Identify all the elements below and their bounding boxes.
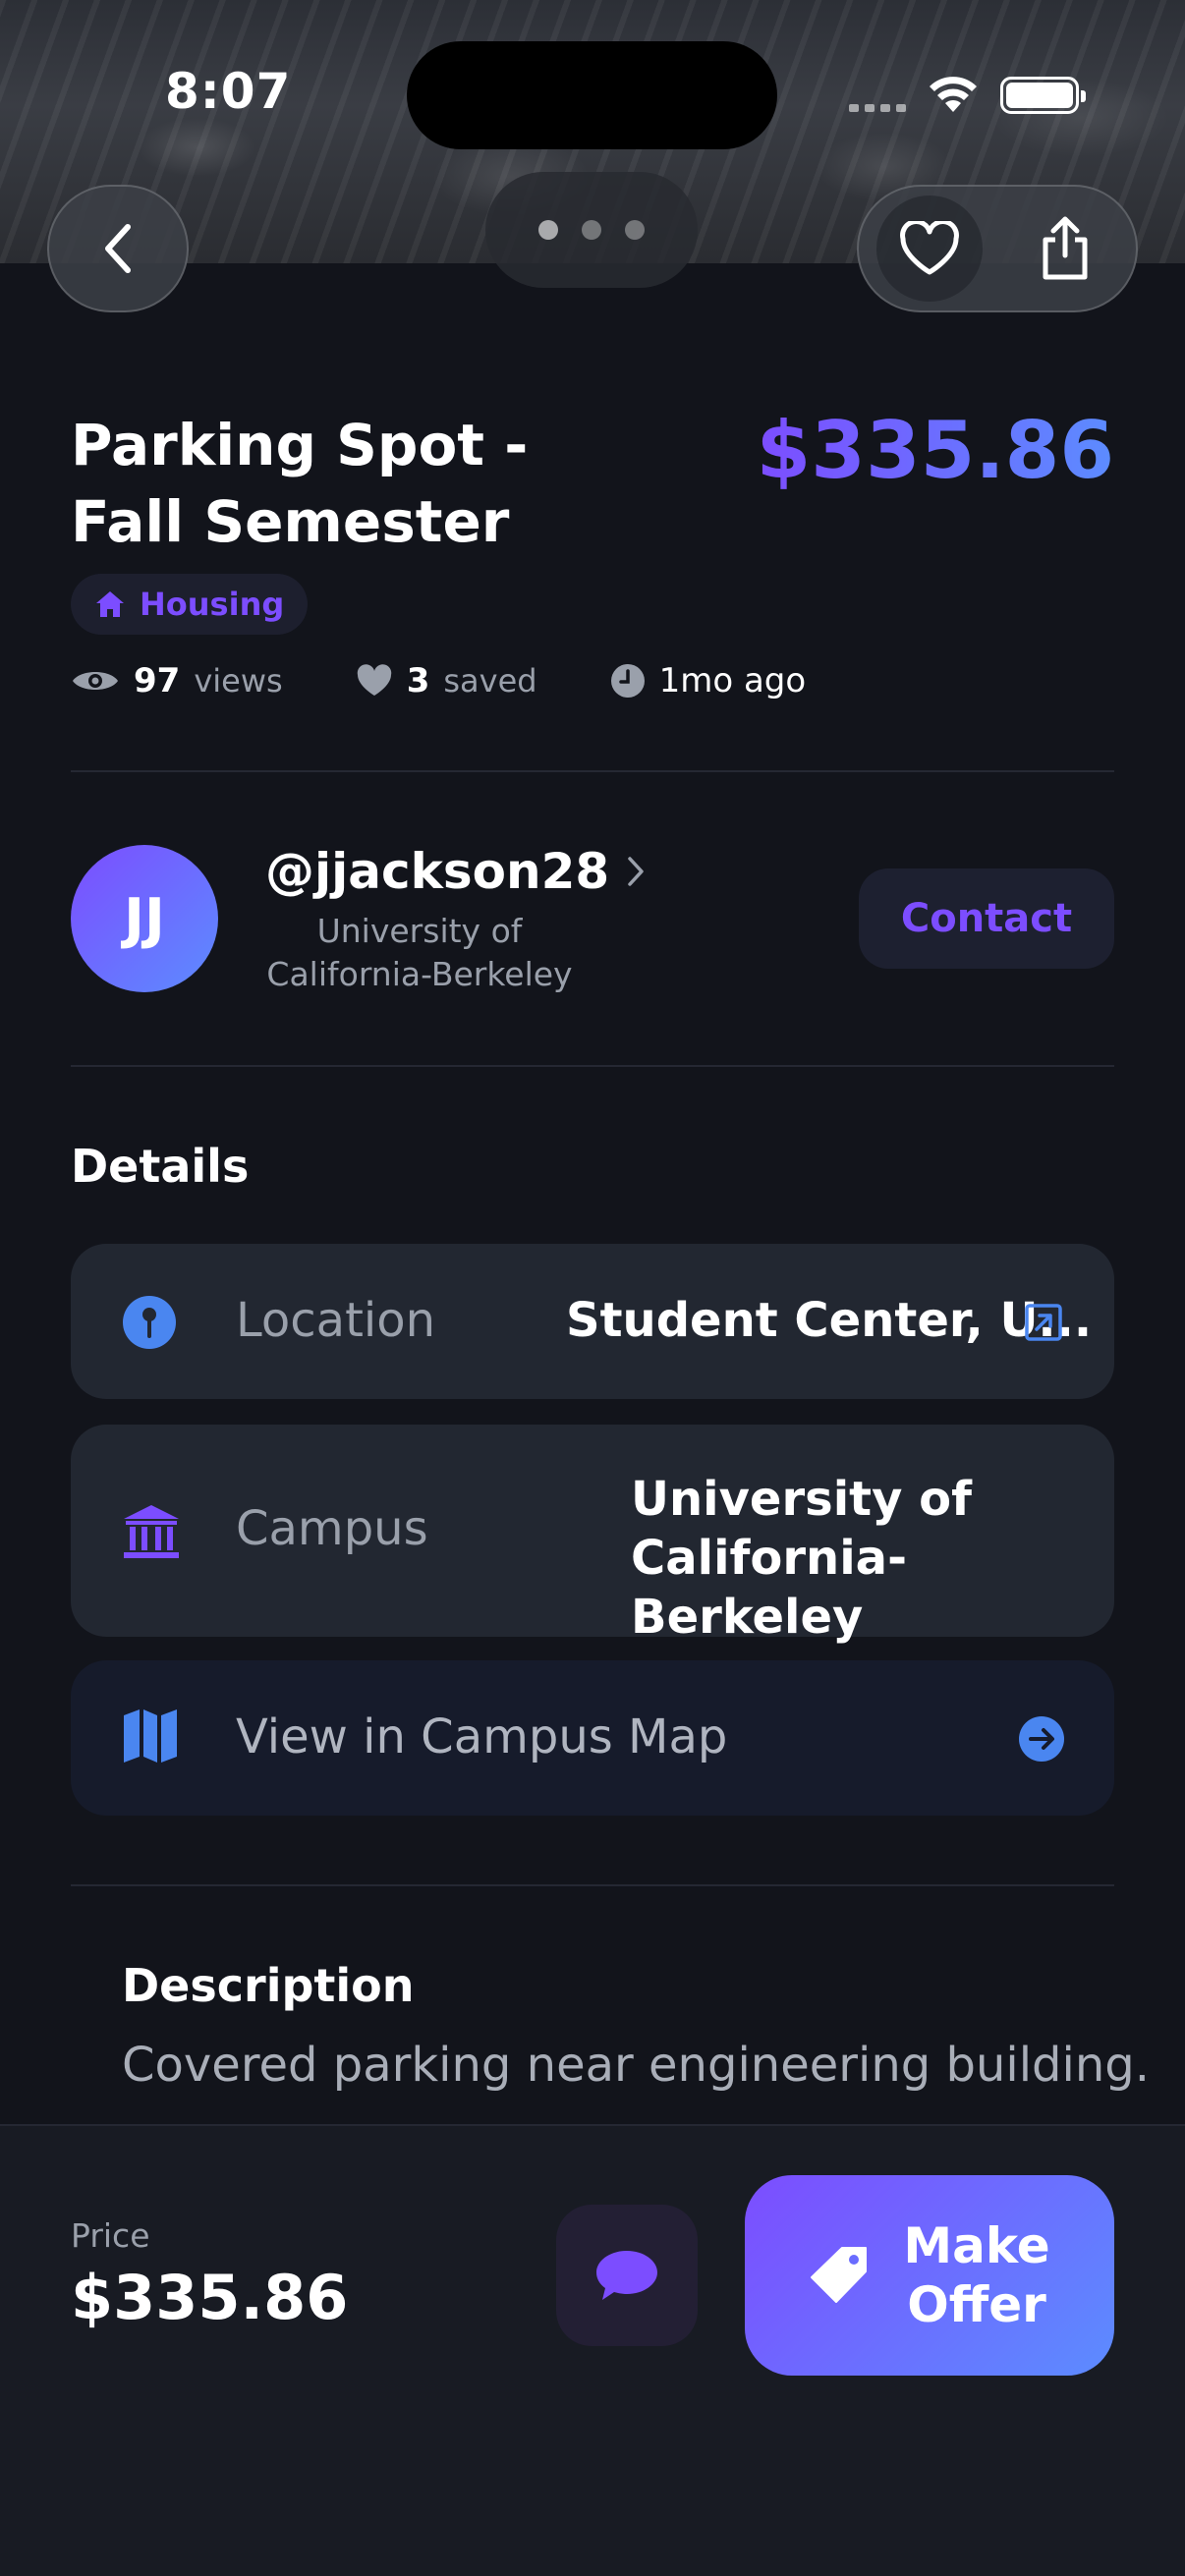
map-icon <box>124 1709 177 1763</box>
chevron-right-icon <box>628 857 644 886</box>
back-button[interactable] <box>47 185 189 312</box>
make-offer-button[interactable]: Make Offer <box>745 2175 1114 2376</box>
action-pill <box>857 185 1138 312</box>
seller-profile-link[interactable]: @jjackson28 <box>265 843 645 900</box>
divider <box>71 1884 1114 1886</box>
divider <box>71 1065 1114 1067</box>
clock-icon <box>610 664 645 698</box>
pager-dot[interactable] <box>538 220 558 240</box>
favorite-button[interactable] <box>876 196 983 302</box>
listing-price: $335.86 <box>756 405 1114 496</box>
price-tag-icon <box>811 2247 867 2303</box>
campus-label: Campus <box>236 1501 428 1556</box>
message-button[interactable] <box>556 2205 698 2346</box>
heart-icon <box>357 664 391 696</box>
description-text: Covered parking near engineering buildin… <box>122 2038 1150 2093</box>
category-chip[interactable]: Housing <box>71 574 309 635</box>
views-label: views <box>194 662 283 700</box>
footer-price-label: Price <box>71 2216 150 2255</box>
saved-label: saved <box>443 662 537 700</box>
location-value: Student Center, U... <box>566 1293 1093 1348</box>
listing-title: Parking Spot - Fall Semester <box>71 412 529 555</box>
arrow-right-circle-icon <box>1019 1716 1064 1762</box>
view-campus-map-button[interactable]: View in Campus Map <box>71 1660 1114 1816</box>
campus-value: University of California-Berkeley <box>631 1472 972 1645</box>
details-title: Details <box>71 1140 250 1193</box>
dynamic-island <box>407 41 777 149</box>
category-label: Housing <box>140 586 285 623</box>
views-stat: 97 views <box>71 661 283 700</box>
posted-stat: 1mo ago <box>610 661 807 700</box>
wifi-icon <box>928 75 979 118</box>
house-icon <box>96 591 124 617</box>
contact-button[interactable]: Contact <box>859 868 1114 969</box>
seller-school: University of California-Berkeley <box>266 912 573 993</box>
pager-dot[interactable] <box>625 220 645 240</box>
image-pager[interactable] <box>485 172 698 288</box>
description-title: Description <box>122 1959 415 2012</box>
pager-dot[interactable] <box>582 220 601 240</box>
share-button[interactable] <box>1012 196 1118 302</box>
share-icon <box>1043 216 1088 280</box>
seller-username: @jjackson28 <box>265 843 610 900</box>
make-offer-label: Make Offer <box>903 2217 1050 2333</box>
saved-count: 3 <box>406 661 430 700</box>
chevron-left-icon <box>105 224 131 273</box>
external-link-icon[interactable] <box>1024 1303 1063 1342</box>
chat-bubble-icon <box>596 2251 657 2300</box>
status-time: 8:07 <box>165 63 292 120</box>
university-icon <box>124 1505 179 1558</box>
heart-outline-icon <box>900 221 959 275</box>
view-campus-map-label: View in Campus Map <box>236 1709 728 1764</box>
location-label: Location <box>236 1293 436 1348</box>
views-count: 97 <box>134 661 181 700</box>
campus-row: Campus University of California-Berkeley <box>71 1425 1114 1645</box>
posted-time: 1mo ago <box>658 661 807 700</box>
location-row[interactable]: Location Student Center, U... <box>71 1244 1114 1399</box>
eye-icon <box>73 672 118 690</box>
seller-avatar[interactable]: JJ <box>71 845 218 992</box>
cellular-signal-icon <box>849 104 906 112</box>
listing-stats: 97 views 3 saved 1mo ago <box>71 656 878 705</box>
map-pin-icon <box>123 1296 176 1349</box>
saved-stat: 3 saved <box>356 661 537 700</box>
battery-icon <box>1000 77 1086 114</box>
footer-price-value: $335.86 <box>71 2262 349 2333</box>
divider <box>71 770 1114 772</box>
